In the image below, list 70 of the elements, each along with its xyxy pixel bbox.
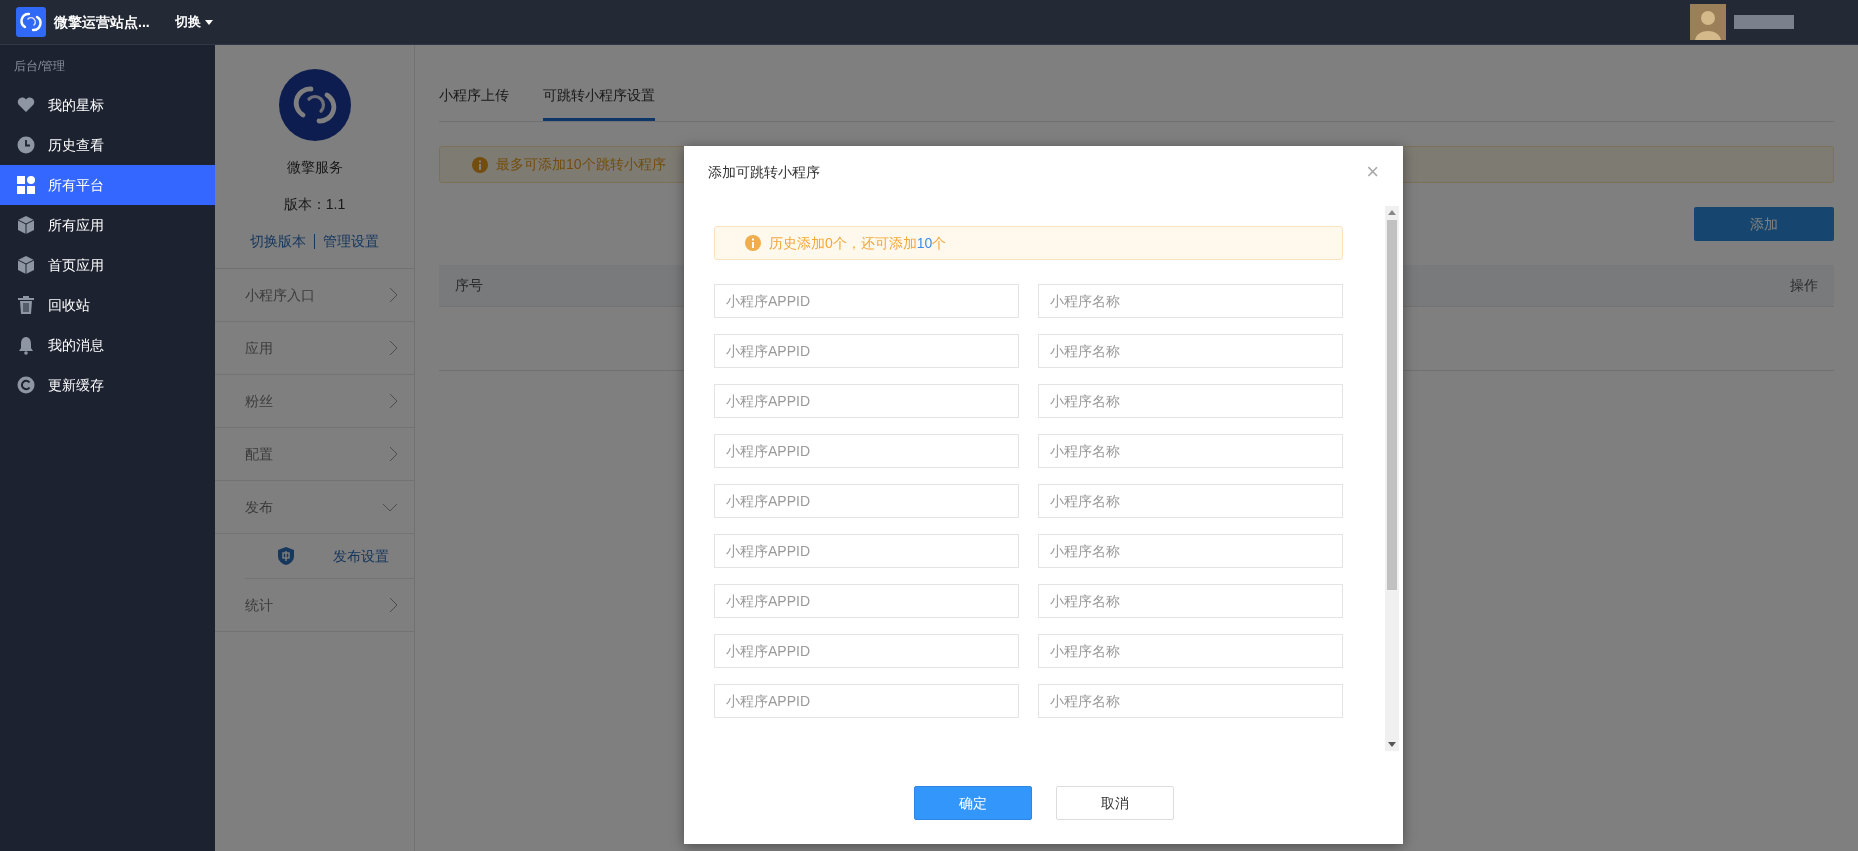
name-input[interactable]: 小程序名称 — [1038, 484, 1343, 518]
trash-icon — [16, 295, 36, 315]
tab[interactable]: 可跳转小程序设置 — [543, 85, 655, 121]
manage-settings-link[interactable]: 管理设置 — [323, 231, 379, 252]
confirm-button[interactable]: 确定 — [913, 786, 1032, 820]
sidebar-item[interactable]: 回收站 — [0, 285, 215, 325]
chevron-down-icon — [382, 502, 398, 512]
close-button[interactable]: × — [1366, 161, 1379, 183]
appid-input[interactable]: 小程序APPID — [714, 684, 1019, 718]
menu-item[interactable]: 粉丝 — [215, 375, 414, 428]
chevron-right-icon — [389, 287, 398, 303]
appid-input[interactable]: 小程序APPID — [714, 284, 1019, 318]
clock-icon — [16, 135, 36, 155]
info-icon — [472, 156, 488, 173]
cube-icon — [16, 215, 36, 235]
switch-version-link[interactable]: 切换版本 — [250, 231, 306, 252]
name-input[interactable]: 小程序名称 — [1038, 284, 1343, 318]
tab[interactable]: 小程序上传 — [439, 85, 509, 121]
column-header: 操作 — [1790, 276, 1818, 295]
appid-input[interactable]: 小程序APPID — [714, 634, 1019, 668]
sidebar-item[interactable]: 历史查看 — [0, 125, 215, 165]
refresh-icon — [16, 375, 36, 395]
name-input[interactable]: 小程序名称 — [1038, 634, 1343, 668]
sidebar-item[interactable]: 更新缓存 — [0, 365, 215, 405]
name-input[interactable]: 小程序名称 — [1038, 434, 1343, 468]
menu-item[interactable]: 统计 — [215, 579, 414, 632]
heart-icon — [16, 95, 36, 115]
chevron-right-icon — [389, 446, 398, 462]
name-input[interactable]: 小程序名称 — [1038, 534, 1343, 568]
app-version: 版本：1.1 — [283, 195, 346, 214]
appid-input[interactable]: 小程序APPID — [714, 584, 1019, 618]
dialog-title: 添加可跳转小程序 — [708, 162, 820, 182]
switch-dropdown[interactable]: 切换 — [173, 11, 214, 33]
grid-icon — [16, 175, 36, 195]
chevron-right-icon — [389, 597, 398, 613]
appid-input[interactable]: 小程序APPID — [714, 484, 1019, 518]
chevron-right-icon — [389, 340, 398, 356]
name-input[interactable]: 小程序名称 — [1038, 334, 1343, 368]
sidebar-item[interactable]: 我的星标 — [0, 85, 215, 125]
bell-icon — [16, 335, 36, 355]
notice-text: 最多可添加10个跳转小程序 — [496, 155, 666, 174]
blurred-username — [1734, 15, 1794, 29]
appid-input[interactable]: 小程序APPID — [714, 434, 1019, 468]
submenu-link[interactable]: 发布设置 — [333, 545, 389, 567]
avatar-icon — [1690, 4, 1726, 40]
site-title: 微擎运营站点... — [54, 12, 150, 32]
sidebar-item[interactable]: 我的消息 — [0, 325, 215, 365]
alert-text: 历史添加0个，还可添加10个 — [769, 233, 947, 253]
appid-input[interactable]: 小程序APPID — [714, 384, 1019, 418]
sidebar-item[interactable]: 所有应用 — [0, 205, 215, 245]
info-icon — [745, 235, 761, 251]
column-header: 序号 — [455, 276, 483, 295]
name-input[interactable]: 小程序名称 — [1038, 684, 1343, 718]
sidebar-item[interactable]: 所有平台 — [0, 165, 215, 205]
sidebar-item[interactable]: 首页应用 — [0, 245, 215, 285]
app-name: 微擎服务 — [286, 158, 343, 177]
cube-icon — [16, 255, 36, 275]
appid-input[interactable]: 小程序APPID — [714, 334, 1019, 368]
name-input[interactable]: 小程序名称 — [1038, 384, 1343, 418]
menu-item[interactable]: 发布 — [215, 481, 414, 534]
section-label: 后台/管理 — [13, 58, 67, 75]
cancel-button[interactable]: 取消 — [1055, 786, 1174, 820]
appid-input[interactable]: 小程序APPID — [714, 534, 1019, 568]
name-input[interactable]: 小程序名称 — [1038, 584, 1343, 618]
add-button[interactable]: 添加 — [1694, 207, 1834, 241]
chevron-right-icon — [389, 393, 398, 409]
menu-item[interactable]: 应用 — [215, 322, 414, 375]
menu-item[interactable]: 配置 — [215, 428, 414, 481]
caret-icon — [204, 19, 213, 25]
shield-icon — [277, 546, 295, 566]
